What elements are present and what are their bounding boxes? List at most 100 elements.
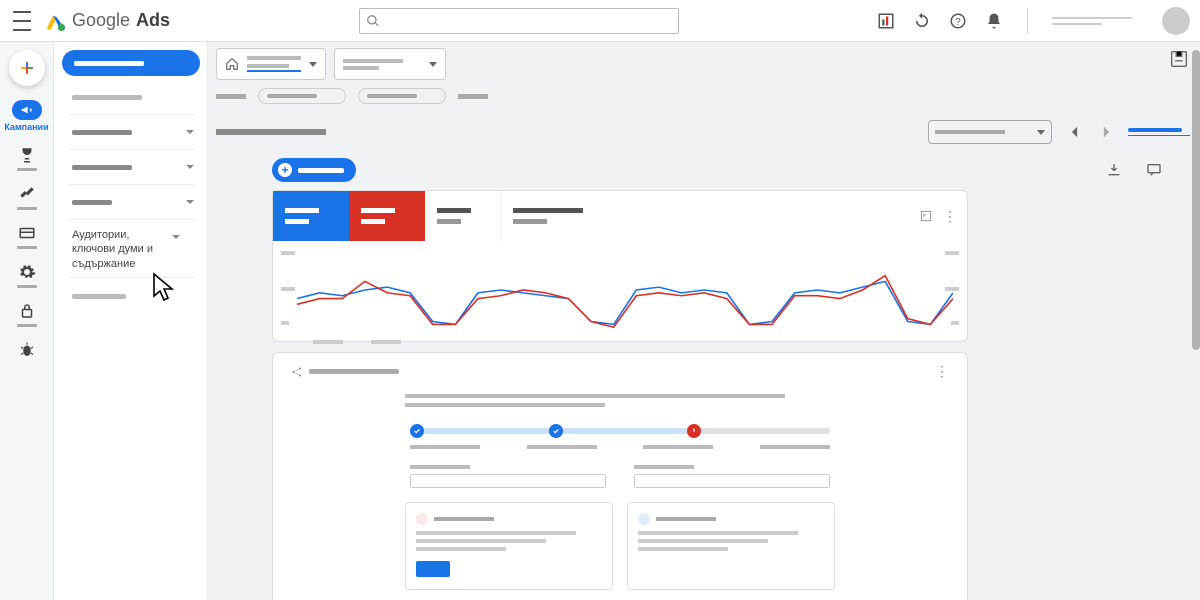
panel-item-1[interactable] [62,82,201,112]
google-ads-logo-icon [44,10,66,32]
crumb-filter-1[interactable] [258,88,346,104]
create-button[interactable] [9,50,45,86]
option-card-1[interactable] [405,502,613,590]
progress-stepper [410,421,830,439]
chevron-down-icon [171,232,181,242]
chevron-left-icon [1070,125,1079,139]
option-icon-b [638,513,650,525]
card-icon [18,224,36,242]
prev-period-button[interactable] [1064,122,1084,142]
scope-selector[interactable] [216,48,326,80]
rail-campaigns-label: Кампании [4,122,48,132]
rail-billing[interactable] [14,224,40,249]
new-ad-group-button[interactable]: + [272,158,356,182]
panel-item-3[interactable] [62,152,201,182]
help-icon[interactable]: ? [949,12,967,30]
megaphone-icon [20,103,34,117]
rail-tools[interactable] [14,185,40,210]
download-icon[interactable] [1106,162,1122,178]
wizard-field-2 [634,465,830,488]
tools-icon [18,185,36,203]
chevron-right-icon [1102,125,1111,139]
next-period-button[interactable] [1096,122,1116,142]
chevron-down-icon [185,197,195,207]
logo-text-google: Google [72,10,130,31]
chevron-down-icon [185,162,195,172]
mouse-cursor [150,272,182,304]
check-icon [552,427,560,435]
metric-tab-1[interactable] [273,191,349,241]
step-2-done [549,424,563,438]
chevron-down-icon [1037,130,1045,135]
step-3-error [687,424,701,438]
plus-icon [17,58,37,78]
option-icon-a [416,513,428,525]
wizard-field-1 [410,465,606,488]
check-icon [413,427,421,435]
panel-active-item[interactable] [62,50,200,76]
metric-tab-3[interactable] [425,191,501,241]
chevron-down-icon [429,62,437,67]
panel-item-2[interactable] [62,117,201,147]
scrollbar[interactable] [1192,50,1200,350]
feedback-icon[interactable] [1146,162,1162,178]
crumb-filter-2[interactable] [358,88,446,104]
rail-admin[interactable] [14,263,40,288]
home-icon [225,57,239,71]
panel-item-audiences[interactable]: Аудитории, ключови думи и съдържание [62,222,201,273]
share-icon [291,366,303,378]
breadcrumb [216,88,1190,104]
show-last-days-link[interactable] [1128,128,1190,136]
gear-icon [18,263,36,281]
trophy-icon [18,146,36,164]
plus-icon: + [278,163,292,177]
search-input[interactable] [386,14,672,28]
chevron-down-icon [185,127,195,137]
search-icon [366,14,380,28]
wizard-description [405,394,835,407]
refresh-icon[interactable] [913,12,931,30]
menu-icon[interactable] [10,9,34,33]
bug-icon [18,341,36,359]
wizard-menu-icon[interactable]: ⋮ [935,363,949,380]
rail-security[interactable] [14,302,40,327]
setup-wizard-card: ⋮ [272,352,968,600]
step-labels [410,445,830,449]
option-card-2[interactable] [627,502,835,590]
logo[interactable]: Google Ads [44,10,170,32]
rail-goals[interactable] [14,146,40,171]
alert-icon [690,427,698,435]
page-title [216,129,326,135]
logo-text-ads: Ads [136,10,170,31]
divider [1027,8,1028,34]
avatar[interactable] [1162,7,1190,35]
performance-chart-card: ⋮ [272,190,968,342]
search-box[interactable] [359,8,679,34]
lock-icon [18,302,36,320]
wizard-input-1[interactable] [410,474,606,488]
crumb-2[interactable] [458,94,488,99]
metric-tab-2[interactable] [349,191,425,241]
reports-icon[interactable] [877,12,895,30]
content-area: + ⋮ [208,42,1200,600]
chevron-down-icon [309,62,317,67]
crumb-1[interactable] [216,94,246,99]
timeseries-chart [297,247,953,333]
wizard-input-2[interactable] [634,474,830,488]
date-range-selector[interactable] [928,120,1052,144]
rail-bug[interactable] [14,341,40,359]
chart-menu-icon[interactable]: ⋮ [943,208,957,225]
campaign-selector[interactable] [334,48,446,80]
notifications-icon[interactable] [985,12,1003,30]
left-panel: Аудитории, ключови думи и съдържание [54,42,208,600]
metric-tab-4[interactable] [501,191,621,241]
panel-item-4[interactable] [62,187,201,217]
svg-text:?: ? [955,16,961,27]
step-1-done [410,424,424,438]
save-view-icon[interactable] [1168,48,1190,70]
account-label[interactable] [1052,17,1132,25]
rail-campaigns[interactable]: Кампании [7,100,47,132]
option-1-cta[interactable] [416,561,450,577]
left-rail: Кампании [0,42,54,600]
expand-chart-icon[interactable] [919,209,933,223]
